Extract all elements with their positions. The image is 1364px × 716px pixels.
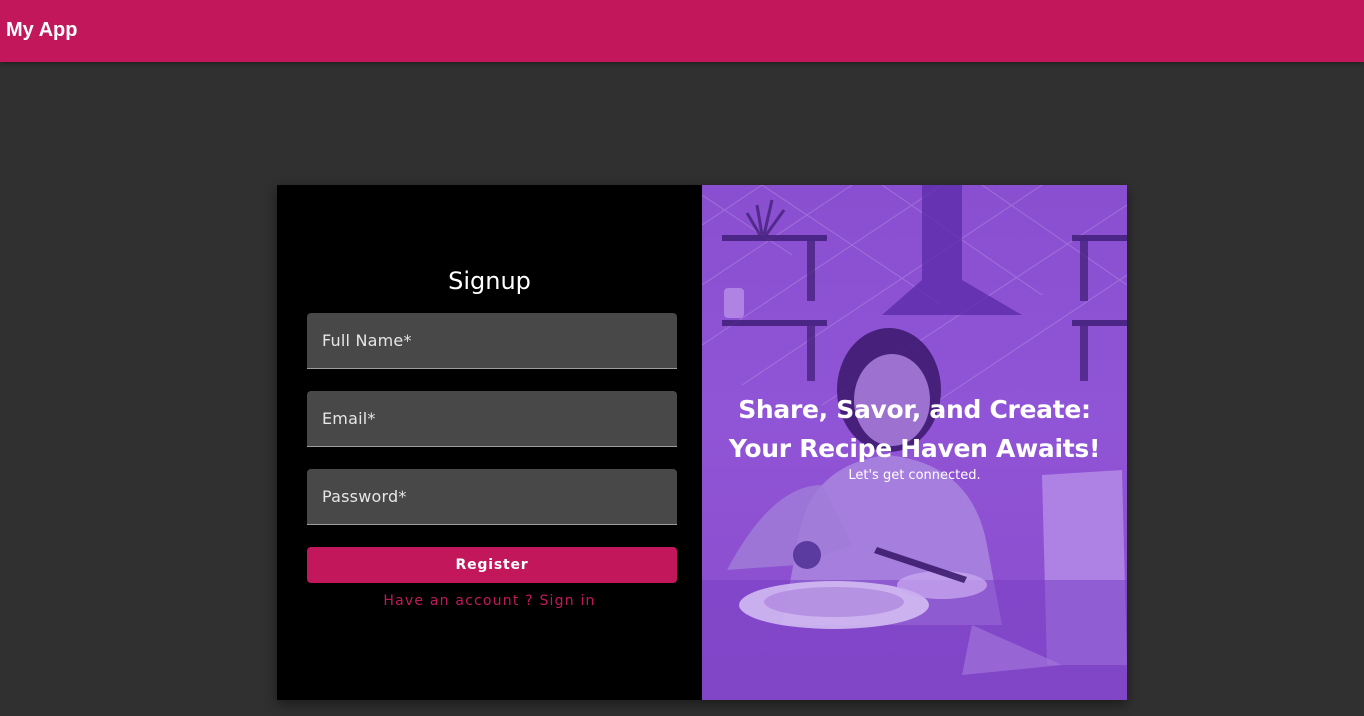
password-field[interactable]: [307, 469, 677, 525]
sign-in-link[interactable]: Have an account ? Sign in: [277, 593, 702, 609]
password-input[interactable]: [307, 469, 677, 524]
signup-form-panel: Signup Register Have an account ? Sign i…: [277, 185, 702, 700]
email-field[interactable]: [307, 391, 677, 447]
app-toolbar: My App: [0, 0, 1364, 62]
hero-text: Share, Savor, and Create: Your Recipe Ha…: [702, 390, 1127, 483]
full-name-field[interactable]: [307, 313, 677, 369]
hero-image-panel: Share, Savor, and Create: Your Recipe Ha…: [702, 185, 1127, 700]
email-input[interactable]: [307, 391, 677, 446]
signup-title: Signup: [448, 267, 531, 295]
app-title: My App: [6, 19, 78, 41]
hero-title: Share, Savor, and Create: Your Recipe Ha…: [728, 395, 1101, 463]
full-name-input[interactable]: [307, 313, 677, 368]
register-button[interactable]: Register: [307, 547, 677, 583]
hero-subtitle: Let's get connected.: [848, 468, 981, 483]
signup-card: Signup Register Have an account ? Sign i…: [277, 185, 1127, 700]
